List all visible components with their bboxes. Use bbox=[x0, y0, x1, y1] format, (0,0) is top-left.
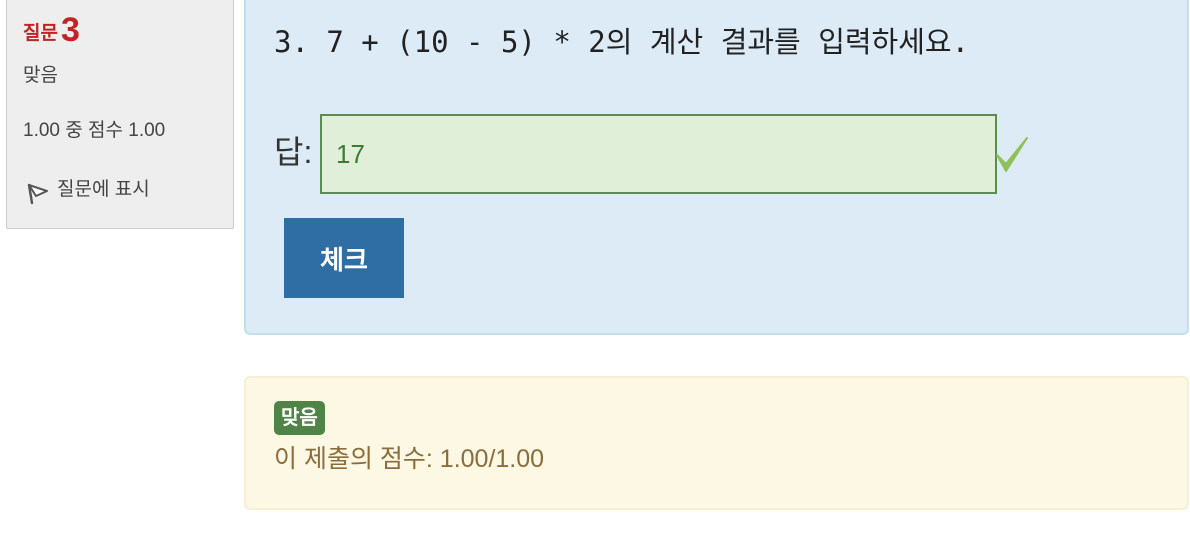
question-formulation: 3. 7 + (10 - 5) * 2의 계산 결과를 입력하세요. 답: 체크 bbox=[244, 0, 1189, 335]
question-heading: 질문3 bbox=[23, 10, 218, 50]
question-grade: 1.00 중 점수 1.00 bbox=[23, 120, 166, 141]
checkmark-icon bbox=[994, 134, 1030, 174]
feedback-panel: 맞음 이 제출의 점수: 1.00/1.00 bbox=[244, 376, 1189, 510]
submission-grade: 이 제출의 점수: 1.00/1.00 bbox=[274, 445, 545, 473]
flag-question-label: 질문에 표시 bbox=[57, 179, 150, 200]
question-info-panel: 질문3 맞음 1.00 중 점수 1.00 질문에 표시 bbox=[6, 0, 234, 229]
question-text: 3. 7 + (10 - 5) * 2의 계산 결과를 입력하세요. bbox=[274, 25, 970, 59]
answer-label: 답: bbox=[274, 134, 313, 170]
question-number: 3 bbox=[60, 11, 80, 49]
question-state: 맞음 bbox=[23, 65, 58, 86]
check-button[interactable]: 체크 bbox=[284, 218, 404, 298]
answer-input[interactable] bbox=[320, 114, 997, 194]
flag-question-toggle[interactable]: 질문에 표시 bbox=[23, 173, 218, 207]
question-label: 질문 bbox=[23, 23, 58, 44]
correct-badge: 맞음 bbox=[274, 401, 325, 435]
flag-icon[interactable] bbox=[23, 179, 51, 207]
